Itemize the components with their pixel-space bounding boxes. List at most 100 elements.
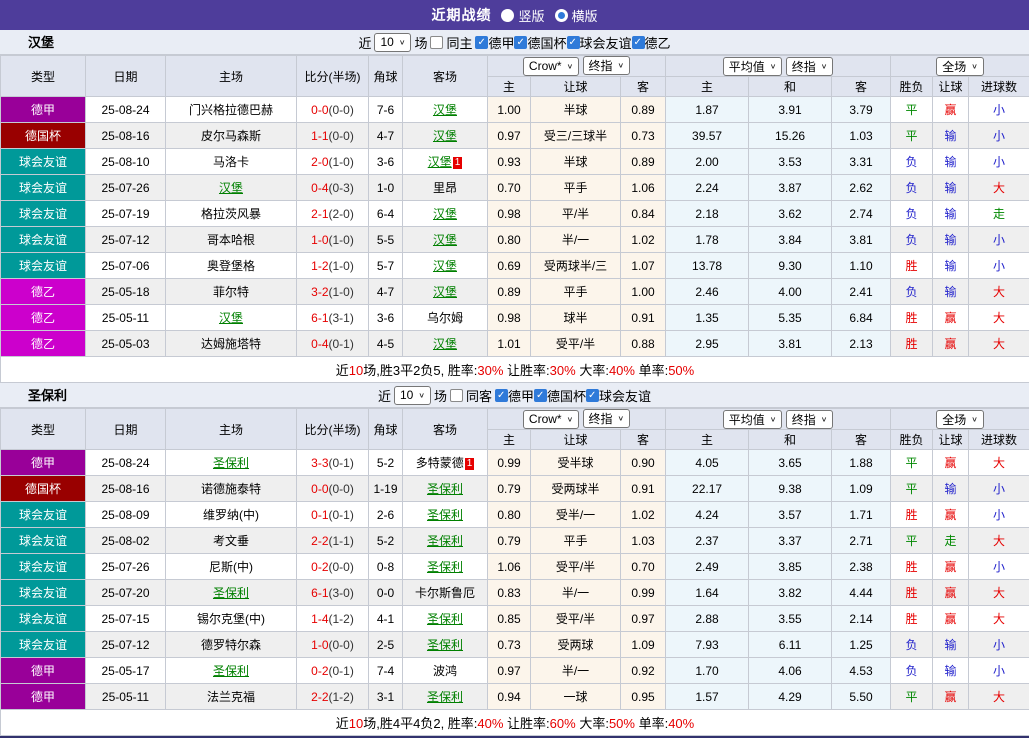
- league-badge: 球会友谊: [0, 501, 86, 528]
- chevron-down-icon: ∨: [398, 37, 406, 46]
- match-count-select[interactable]: 10 ∨: [374, 32, 412, 52]
- avg-odds-away: 2.13: [831, 330, 892, 357]
- scope-select[interactable]: 全场 ∨: [936, 56, 984, 76]
- home-team[interactable]: 圣保利: [213, 586, 249, 600]
- away-team[interactable]: 汉堡: [433, 103, 457, 117]
- league-checkbox[interactable]: [586, 388, 599, 402]
- handicap-odds-away: 0.70: [619, 553, 667, 580]
- away-team[interactable]: 汉堡: [433, 207, 457, 221]
- bookmaker-select[interactable]: Crow* ∨: [522, 56, 580, 76]
- fulltime-score: 0-4: [311, 336, 329, 351]
- corner-score: 3-1: [368, 683, 403, 710]
- away-team[interactable]: 圣保利: [427, 612, 463, 626]
- handicap-odds-away: 0.92: [619, 657, 667, 684]
- league-checkbox[interactable]: [566, 35, 580, 49]
- result-goals: 大: [968, 304, 1029, 331]
- avg-odds-away: 2.71: [831, 527, 892, 554]
- league-badge: 球会友谊: [0, 226, 86, 253]
- league-badge: 球会友谊: [0, 605, 86, 632]
- avg-odds-away: 2.14: [831, 605, 892, 632]
- home-team: 门兴格拉德巴赫: [188, 103, 273, 117]
- away-team[interactable]: 汉堡: [433, 129, 457, 143]
- league-filter-label: 球会友谊: [599, 388, 652, 404]
- halftime-score: (1-1): [328, 533, 354, 548]
- avg-odds-away: 1.88: [831, 449, 892, 476]
- away-team[interactable]: 圣保利: [427, 508, 463, 522]
- handicap-odds-away: 0.89: [619, 96, 667, 123]
- team-name: 圣保利: [28, 388, 68, 403]
- result-handicap: 赢: [932, 501, 970, 528]
- matches-table-hamburg: 类型 日期 主场 比分(半场) 角球 客场 Crow* ∨ 终指 ∨ 平均值 ∨ 终指…: [0, 55, 1029, 383]
- avg-odds-draw: 4.29: [748, 683, 833, 710]
- final-index-select-2[interactable]: 终指 ∨: [785, 409, 834, 429]
- match-score: 1-1(0-0): [296, 122, 369, 149]
- handicap-line: 受半/一: [530, 501, 621, 528]
- away-team[interactable]: 汉堡: [433, 337, 457, 351]
- away-team[interactable]: 圣保利: [427, 560, 463, 574]
- bookmaker-select[interactable]: Crow* ∨: [522, 409, 580, 429]
- sub-header-avg-away: 客: [831, 76, 892, 97]
- league-checkbox[interactable]: [475, 35, 489, 49]
- chevron-down-icon: ∨: [769, 414, 777, 423]
- away-team[interactable]: 汉堡: [433, 233, 457, 247]
- horizontal-layout-radio[interactable]: [554, 8, 568, 22]
- final-index-select[interactable]: 终指 ∨: [582, 409, 631, 429]
- vertical-layout-radio[interactable]: [501, 8, 515, 22]
- home-team[interactable]: 汉堡: [219, 181, 243, 195]
- handicap-odds-home: 0.73: [487, 631, 531, 658]
- match-count-select[interactable]: 10 ∨: [393, 385, 431, 405]
- team-name: 汉堡: [28, 35, 55, 50]
- corner-score: 5-5: [368, 226, 403, 253]
- sub-header-handicap: 让球: [530, 76, 621, 97]
- result-goals: 小: [968, 122, 1029, 149]
- avg-odds-home: 13.78: [665, 252, 750, 279]
- same-side-checkbox[interactable]: [430, 35, 444, 49]
- sub-header-wdl: 胜负: [890, 429, 934, 450]
- away-team[interactable]: 汉堡: [433, 285, 457, 299]
- avg-odds-home: 2.24: [665, 174, 750, 201]
- handicap-odds-away: 0.88: [619, 330, 667, 357]
- away-team[interactable]: 圣保利: [427, 690, 463, 704]
- home-team[interactable]: 圣保利: [213, 456, 249, 470]
- final-index-select-2[interactable]: 终指 ∨: [785, 56, 834, 76]
- average-select[interactable]: 平均值 ∨: [722, 56, 783, 76]
- average-select[interactable]: 平均值 ∨: [722, 409, 783, 429]
- avg-odds-draw: 9.30: [748, 252, 833, 279]
- away-team: 卡尔斯鲁厄: [414, 586, 475, 600]
- avg-odds-home: 7.93: [665, 631, 750, 658]
- filter-controls: 近 10∨ 场 同客 德甲 德国杯 球会友谊: [0, 383, 1029, 407]
- league-checkbox[interactable]: [494, 388, 508, 402]
- result-handicap: 输: [932, 122, 970, 149]
- games-label: 场: [433, 388, 447, 404]
- league-checkbox[interactable]: [631, 35, 645, 49]
- final-index-select[interactable]: 终指 ∨: [582, 56, 631, 76]
- home-team: 锡尔克堡(中): [197, 612, 265, 626]
- sub-header-avg-away: 客: [831, 429, 892, 450]
- col-header-date: 日期: [85, 55, 166, 97]
- handicap-odds-home: 0.80: [487, 501, 531, 528]
- col-header-type: 类型: [0, 55, 86, 97]
- handicap-odds-home: 0.98: [487, 304, 531, 331]
- scope-select[interactable]: 全场 ∨: [936, 409, 984, 429]
- away-team[interactable]: 圣保利: [427, 534, 463, 548]
- result-wdl: 平: [890, 683, 934, 710]
- away-team[interactable]: 圣保利: [427, 482, 463, 496]
- handicap-line: 受两球半/三: [530, 252, 621, 279]
- sub-header-home-odds: 主: [487, 76, 531, 97]
- result-goals: 大: [968, 330, 1029, 357]
- league-checkbox[interactable]: [533, 388, 547, 402]
- result-wdl: 负: [890, 631, 934, 658]
- halftime-score: (0-1): [328, 663, 354, 678]
- result-wdl: 负: [890, 226, 934, 253]
- away-team[interactable]: 汉堡: [433, 259, 457, 273]
- home-team[interactable]: 圣保利: [213, 664, 249, 678]
- handicap-odds-home: 0.79: [487, 527, 531, 554]
- league-filter-label: 德乙: [644, 35, 671, 51]
- away-team[interactable]: 汉堡: [428, 155, 452, 169]
- average-group-header: 平均值 ∨ 终指 ∨: [665, 408, 892, 430]
- away-team[interactable]: 圣保利: [427, 638, 463, 652]
- home-team[interactable]: 汉堡: [219, 311, 243, 325]
- league-checkbox[interactable]: [514, 35, 528, 49]
- games-label: 场: [414, 35, 428, 51]
- same-side-checkbox[interactable]: [449, 388, 463, 402]
